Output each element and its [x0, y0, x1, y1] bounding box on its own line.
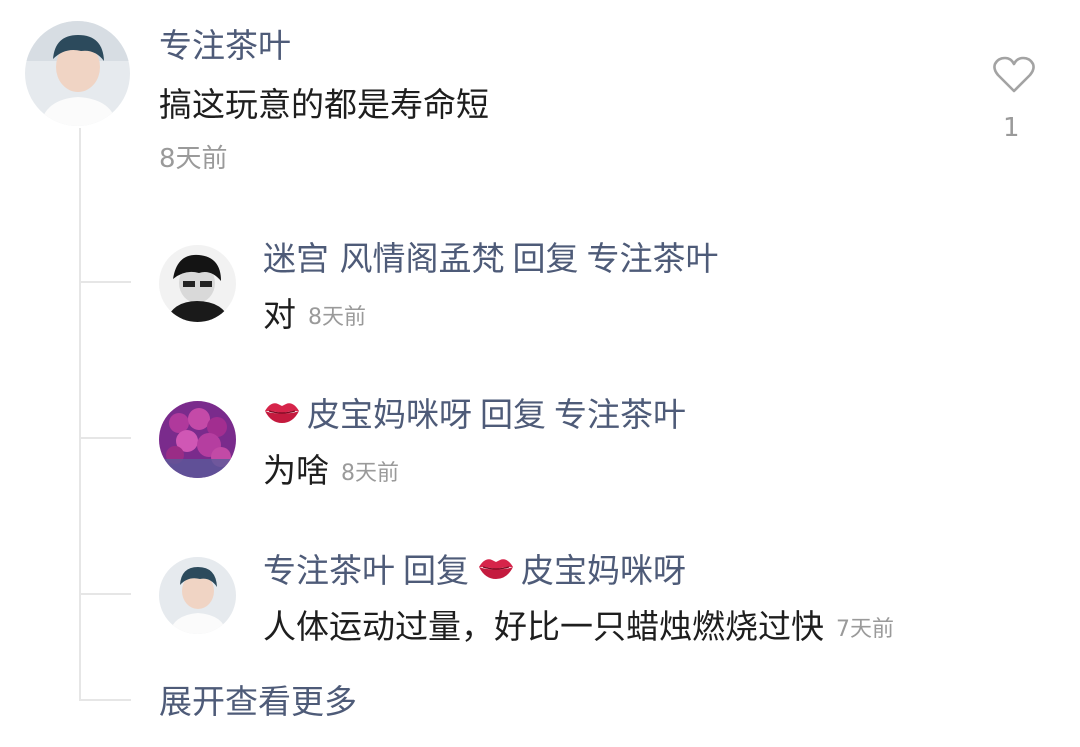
reply-content: 对 8天前 [263, 295, 366, 338]
like-count: 1 [1003, 113, 1020, 143]
reply-author[interactable]: 专注茶叶 [263, 551, 395, 590]
lips-icon [263, 394, 301, 434]
comment-author[interactable]: 专注茶叶 [159, 26, 291, 66]
reply-word: 回复 [403, 551, 469, 590]
reply-text: 为啥 [263, 451, 329, 490]
thread-branch [79, 593, 131, 595]
reply-header: 迷宫 风情阁孟梵 回复 专注茶叶 [263, 239, 719, 279]
reply-author[interactable]: 迷宫 风情阁孟梵 [263, 239, 505, 278]
reply-word: 回复 [480, 395, 546, 434]
reply-time: 7天前 [836, 617, 894, 642]
lips-icon [477, 550, 515, 590]
reply-content: 为啥 8天前 [263, 451, 399, 494]
reply-target[interactable]: 皮宝妈咪呀 [521, 551, 686, 590]
expand-more-link[interactable]: 展开查看更多 [159, 682, 357, 722]
reply-target[interactable]: 专注茶叶 [587, 239, 719, 278]
avatar[interactable] [159, 245, 236, 322]
reply-header: 皮宝妈咪呀 回复 专注茶叶 [263, 395, 686, 435]
heart-outline-icon [993, 56, 1035, 93]
avatar[interactable] [25, 21, 130, 126]
reply-text: 人体运动过量，好比一只蜡烛燃烧过快 [263, 607, 824, 646]
reply-target[interactable]: 专注茶叶 [554, 395, 686, 434]
avatar[interactable] [159, 401, 236, 478]
reply-content: 人体运动过量，好比一只蜡烛燃烧过快 7天前 [263, 607, 894, 650]
like-button[interactable] [992, 55, 1036, 99]
reply-text: 对 [263, 295, 296, 334]
thread-branch [79, 437, 131, 439]
reply-time: 8天前 [308, 305, 366, 330]
reply-time: 8天前 [341, 461, 399, 486]
thread-branch [79, 281, 131, 283]
comment-text: 搞这玩意的都是寿命短 [159, 85, 489, 124]
thread-line [79, 128, 81, 700]
avatar[interactable] [159, 557, 236, 634]
reply-author[interactable]: 皮宝妈咪呀 [307, 395, 472, 434]
reply-word: 回复 [512, 239, 579, 278]
comment-time: 8天前 [159, 144, 228, 174]
thread-branch [79, 699, 131, 701]
reply-header: 专注茶叶 回复 皮宝妈咪呀 [263, 551, 686, 591]
